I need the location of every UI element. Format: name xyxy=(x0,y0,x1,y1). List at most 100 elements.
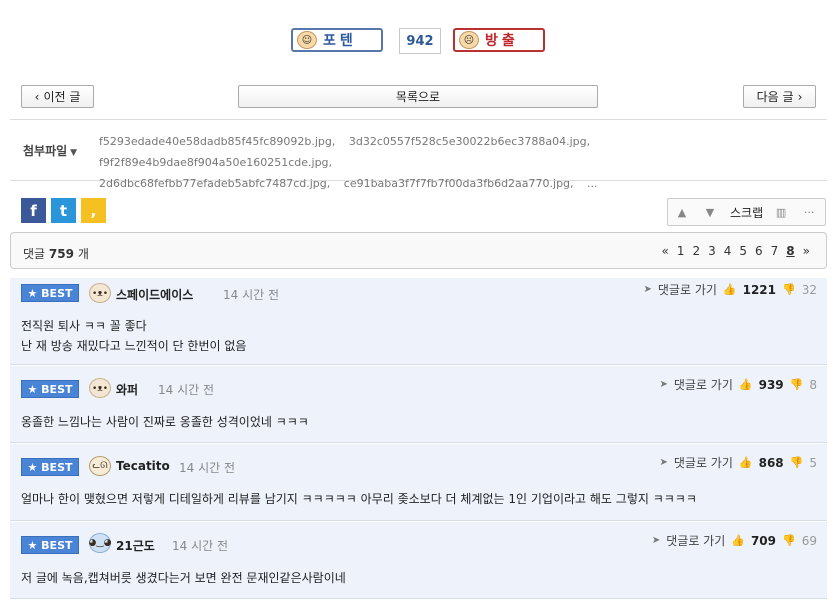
comment-time: 14 시간 전 xyxy=(223,288,280,302)
comment-item: ★ BEST •ᴥ• 와퍼 14 시간 전 ➤ 댓글로 가기 👍 939 👎 8… xyxy=(10,366,827,443)
thumbs-down-icon[interactable]: 👎 xyxy=(782,534,796,547)
comment-count-value: 759 xyxy=(48,247,74,261)
cat-avatar: ᓚᘏ xyxy=(89,456,111,476)
comment-line: 저 글에 녹음,캡쳐버릇 생겼다는거 보면 완전 문재인같은사람이네 xyxy=(21,571,346,585)
comments-header: 댓글 759 개 « 1 2 3 4 5 6 7 8 » xyxy=(10,232,827,269)
comment-line: 전직원 퇴사 ㅋㅋ 꼴 좋다 xyxy=(21,319,147,333)
thumbs-up-icon[interactable]: 👍 xyxy=(731,534,745,547)
attachment-file-link[interactable]: ce91baba3f7f7fb7f00da3fb6d2aa770.jpg, xyxy=(344,177,574,190)
goto-comment-link[interactable]: 댓글로 가기 xyxy=(666,532,725,549)
upvote-button[interactable]: ☺ 포텐 xyxy=(291,28,383,52)
more-icon[interactable]: ··· xyxy=(795,206,823,219)
comment-author[interactable]: 21근도 xyxy=(116,537,155,554)
best-badge: ★ BEST xyxy=(21,536,79,554)
downvote-label: 방출 xyxy=(485,33,519,49)
thumbs-down-icon[interactable]: 👎 xyxy=(782,283,796,296)
comment-line: 옹졸한 느낌나는 사람이 진짜로 옹졸한 성격이었네 ㅋㅋㅋ xyxy=(21,415,309,429)
page-link[interactable]: 5 xyxy=(735,244,751,258)
scroll-up-icon[interactable]: ▲ xyxy=(668,206,696,219)
attachments-toggle[interactable]: 첨부파일 ▼ xyxy=(23,142,77,159)
comment-body: 얼마나 한이 맺혔으면 저렇게 디테일하게 리뷰를 남기지 ㅋㅋㅋㅋㅋ 아무리 … xyxy=(21,489,697,509)
scrap-button[interactable]: 스크랩 xyxy=(724,204,767,221)
comment-time: 14 시간 전 xyxy=(158,383,215,397)
post-tools: ▲ ▼ 스크랩 ▥ ··· xyxy=(667,198,826,226)
comment-body: 저 글에 녹음,캡쳐버릇 생겼다는거 보면 완전 문재인같은사람이네 xyxy=(21,568,346,588)
comment-meta: ➤ 댓글로 가기 👍 868 👎 5 xyxy=(659,454,817,471)
stats-icon[interactable]: ▥ xyxy=(767,206,795,219)
send-arrow-icon: ➤ xyxy=(659,457,668,468)
attachment-file-link[interactable]: f9f2f89e4b9dae8f904a50e160251cde.jpg, xyxy=(99,156,332,169)
comment-time: 14 시간 전 xyxy=(179,461,236,475)
comment-count-suffix: 개 xyxy=(77,247,89,261)
thumbs-up-icon[interactable]: 👍 xyxy=(723,283,737,296)
downvote-count: 5 xyxy=(809,455,817,470)
attachment-more[interactable]: ... xyxy=(587,177,598,190)
angry-face-icon: ☹ xyxy=(459,31,479,49)
comment-meta: ➤ 댓글로 가기 👍 709 👎 69 xyxy=(652,532,817,549)
comment-author[interactable]: 스페이드에이스 xyxy=(116,286,193,303)
page-link[interactable]: 7 xyxy=(767,244,783,258)
upvote-count: 939 xyxy=(758,377,784,392)
goto-comment-link[interactable]: 댓글로 가기 xyxy=(658,281,717,298)
kakaostory-share-button[interactable]: , xyxy=(81,198,106,223)
next-post-label: 다음 글 xyxy=(756,90,794,104)
kakaostory-icon: , xyxy=(90,201,97,220)
twitter-icon: t xyxy=(59,201,68,220)
prev-post-button[interactable]: ‹ 이전 글 xyxy=(21,85,94,108)
comment-time: 14 시간 전 xyxy=(172,539,229,553)
upvote-count: 1221 xyxy=(742,282,777,297)
happy-face-icon: ☺ xyxy=(297,31,317,49)
vote-area: ☺ 포텐 942 ☹ 방출 xyxy=(0,28,833,54)
thumbs-down-icon[interactable]: 👎 xyxy=(790,456,804,469)
comment-author[interactable]: 와퍼 xyxy=(116,381,138,398)
page-link[interactable]: 6 xyxy=(751,244,767,258)
upvote-label: 포텐 xyxy=(323,33,357,49)
comment-item: ★ BEST •ᴥ• 스페이드에이스 14 시간 전 ➤ 댓글로 가기 👍 12… xyxy=(10,278,827,365)
page-link[interactable]: 1 xyxy=(673,244,689,258)
chevron-left-icon: ‹ xyxy=(34,89,40,104)
thumbs-up-icon[interactable]: 👍 xyxy=(739,456,753,469)
best-badge: ★ BEST xyxy=(21,458,79,476)
attachments-label: 첨부파일 xyxy=(23,144,68,158)
list-label: 목록으로 xyxy=(395,90,441,104)
best-badge: ★ BEST xyxy=(21,380,79,398)
scroll-down-icon[interactable]: ▼ xyxy=(696,206,724,219)
page-current[interactable]: 8 xyxy=(782,244,798,258)
prev-post-label: 이전 글 xyxy=(43,90,81,104)
caret-down-icon: ▼ xyxy=(70,148,78,158)
comment-item: ★ BEST ◕‿◕ 21근도 14 시간 전 ➤ 댓글로 가기 👍 709 👎… xyxy=(10,522,827,599)
page-first[interactable]: « xyxy=(657,244,672,258)
goto-comment-link[interactable]: 댓글로 가기 xyxy=(674,454,733,471)
downvote-count: 8 xyxy=(809,377,817,392)
thumbs-down-icon[interactable]: 👎 xyxy=(790,378,804,391)
attachment-file-link[interactable]: 2d6dbc68fefbb77efadeb5abfc7487cd.jpg, xyxy=(99,177,330,190)
page-next[interactable]: » xyxy=(799,244,814,258)
page-link[interactable]: 4 xyxy=(720,244,736,258)
send-arrow-icon: ➤ xyxy=(643,284,652,295)
send-arrow-icon: ➤ xyxy=(651,535,661,546)
character-avatar: ◕‿◕ xyxy=(89,533,111,553)
attachment-file-link[interactable]: f5293edade40e58dadb85f45fc89092b.jpg, xyxy=(99,135,335,148)
comment-count: 댓글 759 개 xyxy=(23,245,89,262)
share-buttons: f t , xyxy=(21,198,106,223)
page-link[interactable]: 3 xyxy=(704,244,720,258)
comment-body: 옹졸한 느낌나는 사람이 진짜로 옹졸한 성격이었네 ㅋㅋㅋ xyxy=(21,412,309,432)
downvote-button[interactable]: ☹ 방출 xyxy=(453,28,545,52)
comment-meta: ➤ 댓글로 가기 👍 1221 👎 32 xyxy=(644,281,818,298)
next-post-button[interactable]: 다음 글 › xyxy=(743,85,816,108)
best-badge: ★ BEST xyxy=(21,284,79,302)
goto-comment-link[interactable]: 댓글로 가기 xyxy=(674,376,733,393)
upvote-count: 868 xyxy=(758,455,784,470)
page-link[interactable]: 2 xyxy=(688,244,704,258)
comment-author[interactable]: Tecatito xyxy=(116,459,170,473)
facebook-share-button[interactable]: f xyxy=(21,198,46,223)
attachment-file-link[interactable]: 3d32c0557f528c5e30022b6ec3788a04.jpg, xyxy=(349,135,590,148)
thumbs-up-icon[interactable]: 👍 xyxy=(739,378,753,391)
twitter-share-button[interactable]: t xyxy=(51,198,76,223)
comment-meta: ➤ 댓글로 가기 👍 939 👎 8 xyxy=(659,376,817,393)
comment-body: 전직원 퇴사 ㅋㅋ 꼴 좋다 난 재 방송 재밌다고 느낀적이 단 한번이 없음 xyxy=(21,316,246,356)
send-arrow-icon: ➤ xyxy=(659,379,668,390)
list-button[interactable]: 목록으로 xyxy=(238,85,598,108)
comment-line: 얼마나 한이 맺혔으면 저렇게 디테일하게 리뷰를 남기지 ㅋㅋㅋㅋㅋ 아무리 … xyxy=(21,492,697,506)
dog-avatar: •ᴥ• xyxy=(89,378,111,398)
